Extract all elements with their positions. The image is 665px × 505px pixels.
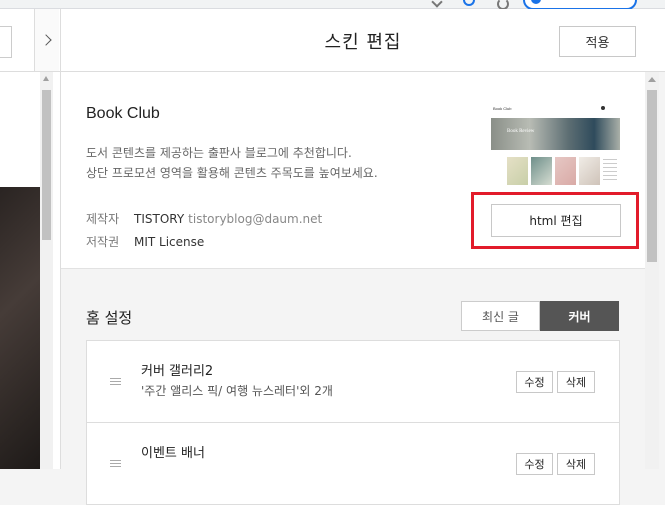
skin-description-line: 상단 프로모션 영역을 활용해 콘텐츠 주목도를 높여보세요. xyxy=(86,166,378,180)
thumbnail-hero: Book Review xyxy=(491,118,620,150)
edit-button[interactable]: 수정 xyxy=(516,371,553,393)
chevron-right-icon xyxy=(39,34,52,46)
cover-item-name: 커버 갤러리2 xyxy=(141,364,214,379)
skin-description-line: 도서 콘텐츠를 제공하는 출판사 블로그에 추천합니다. xyxy=(86,146,352,160)
edit-button[interactable]: 수정 xyxy=(516,453,553,475)
scrollbar-thumb[interactable] xyxy=(42,90,51,240)
scrollbar-thumb[interactable] xyxy=(647,90,657,262)
author-row: 제작자 TISTORY tistoryblog@daum.net xyxy=(86,210,322,227)
chevron-down-icon[interactable] xyxy=(431,0,443,8)
drag-handle-icon[interactable] xyxy=(110,378,121,386)
editor-scrollbar[interactable] xyxy=(645,72,659,469)
editor-header: 스킨 편집 적용 xyxy=(61,9,665,72)
thumbnail-sidebar xyxy=(603,159,617,181)
preview-scrollbar[interactable] xyxy=(40,72,53,469)
delete-button[interactable]: 삭제 xyxy=(557,371,595,393)
tab-latest-posts[interactable]: 최신 글 xyxy=(461,301,540,331)
skin-description: 도서 콘텐츠를 제공하는 출판사 블로그에 추천합니다. 상단 프로모션 영역을… xyxy=(86,143,378,183)
skin-name: Book Club xyxy=(86,105,160,122)
preview-toolbar xyxy=(0,9,60,72)
thumbnail-card xyxy=(507,157,528,185)
license-value: MIT License xyxy=(134,235,205,249)
author-email: tistoryblog@daum.net xyxy=(188,212,323,226)
preview-panel xyxy=(0,9,61,469)
license-label: 저작권 xyxy=(86,235,120,249)
preview-toolbar-button[interactable] xyxy=(0,26,12,58)
home-type-toggle: 최신 글 커버 xyxy=(461,301,619,331)
scroll-up-arrow[interactable] xyxy=(648,77,656,82)
browser-toolbar-strip xyxy=(0,0,665,10)
thumbnail-card xyxy=(531,157,552,185)
cover-item-name: 이벤트 배너 xyxy=(141,446,205,461)
list-item: 커버 갤러리2 '주간 앨리스 픽/ 여행 뉴스레터'외 2개 수정 삭제 xyxy=(86,340,620,423)
thumbnail-menu-icon xyxy=(601,106,605,110)
thumbnail-card xyxy=(579,157,600,185)
skin-info-card: Book Club 도서 콘텐츠를 제공하는 출판사 블로그에 추천합니다. 상… xyxy=(61,72,645,269)
drag-handle-icon[interactable] xyxy=(110,460,121,468)
delete-button[interactable]: 삭제 xyxy=(557,453,595,475)
author-name: TISTORY xyxy=(134,212,185,226)
thumbnail-title: Book Club xyxy=(493,106,512,111)
collapse-panel-button[interactable] xyxy=(34,9,59,71)
preview-image xyxy=(0,187,40,469)
home-settings-title: 홈 설정 xyxy=(86,309,133,327)
tab-cover[interactable]: 커버 xyxy=(540,301,619,331)
cover-list: 커버 갤러리2 '주간 앨리스 픽/ 여행 뉴스레터'외 2개 수정 삭제 이벤… xyxy=(86,340,620,505)
author-label: 제작자 xyxy=(86,212,120,226)
html-edit-button[interactable]: html 편집 xyxy=(491,204,621,237)
thumbnail-card xyxy=(555,157,576,185)
apply-button[interactable]: 적용 xyxy=(559,26,636,57)
list-item: 이벤트 배너 수정 삭제 xyxy=(86,422,620,505)
skin-editor-panel: 스킨 편집 적용 Book Club 도서 콘텐츠를 제공하는 출판사 블로그에… xyxy=(61,9,665,505)
skin-thumbnail: Book Club Book Review xyxy=(491,105,620,191)
shield-icon[interactable] xyxy=(463,0,475,6)
scroll-up-arrow[interactable] xyxy=(43,76,49,81)
license-row: 저작권 MIT License xyxy=(86,233,204,250)
cover-item-subtitle: '주간 앨리스 픽/ 여행 뉴스레터'외 2개 xyxy=(141,384,333,398)
thumbnail-hero-text: Book Review xyxy=(507,129,535,134)
